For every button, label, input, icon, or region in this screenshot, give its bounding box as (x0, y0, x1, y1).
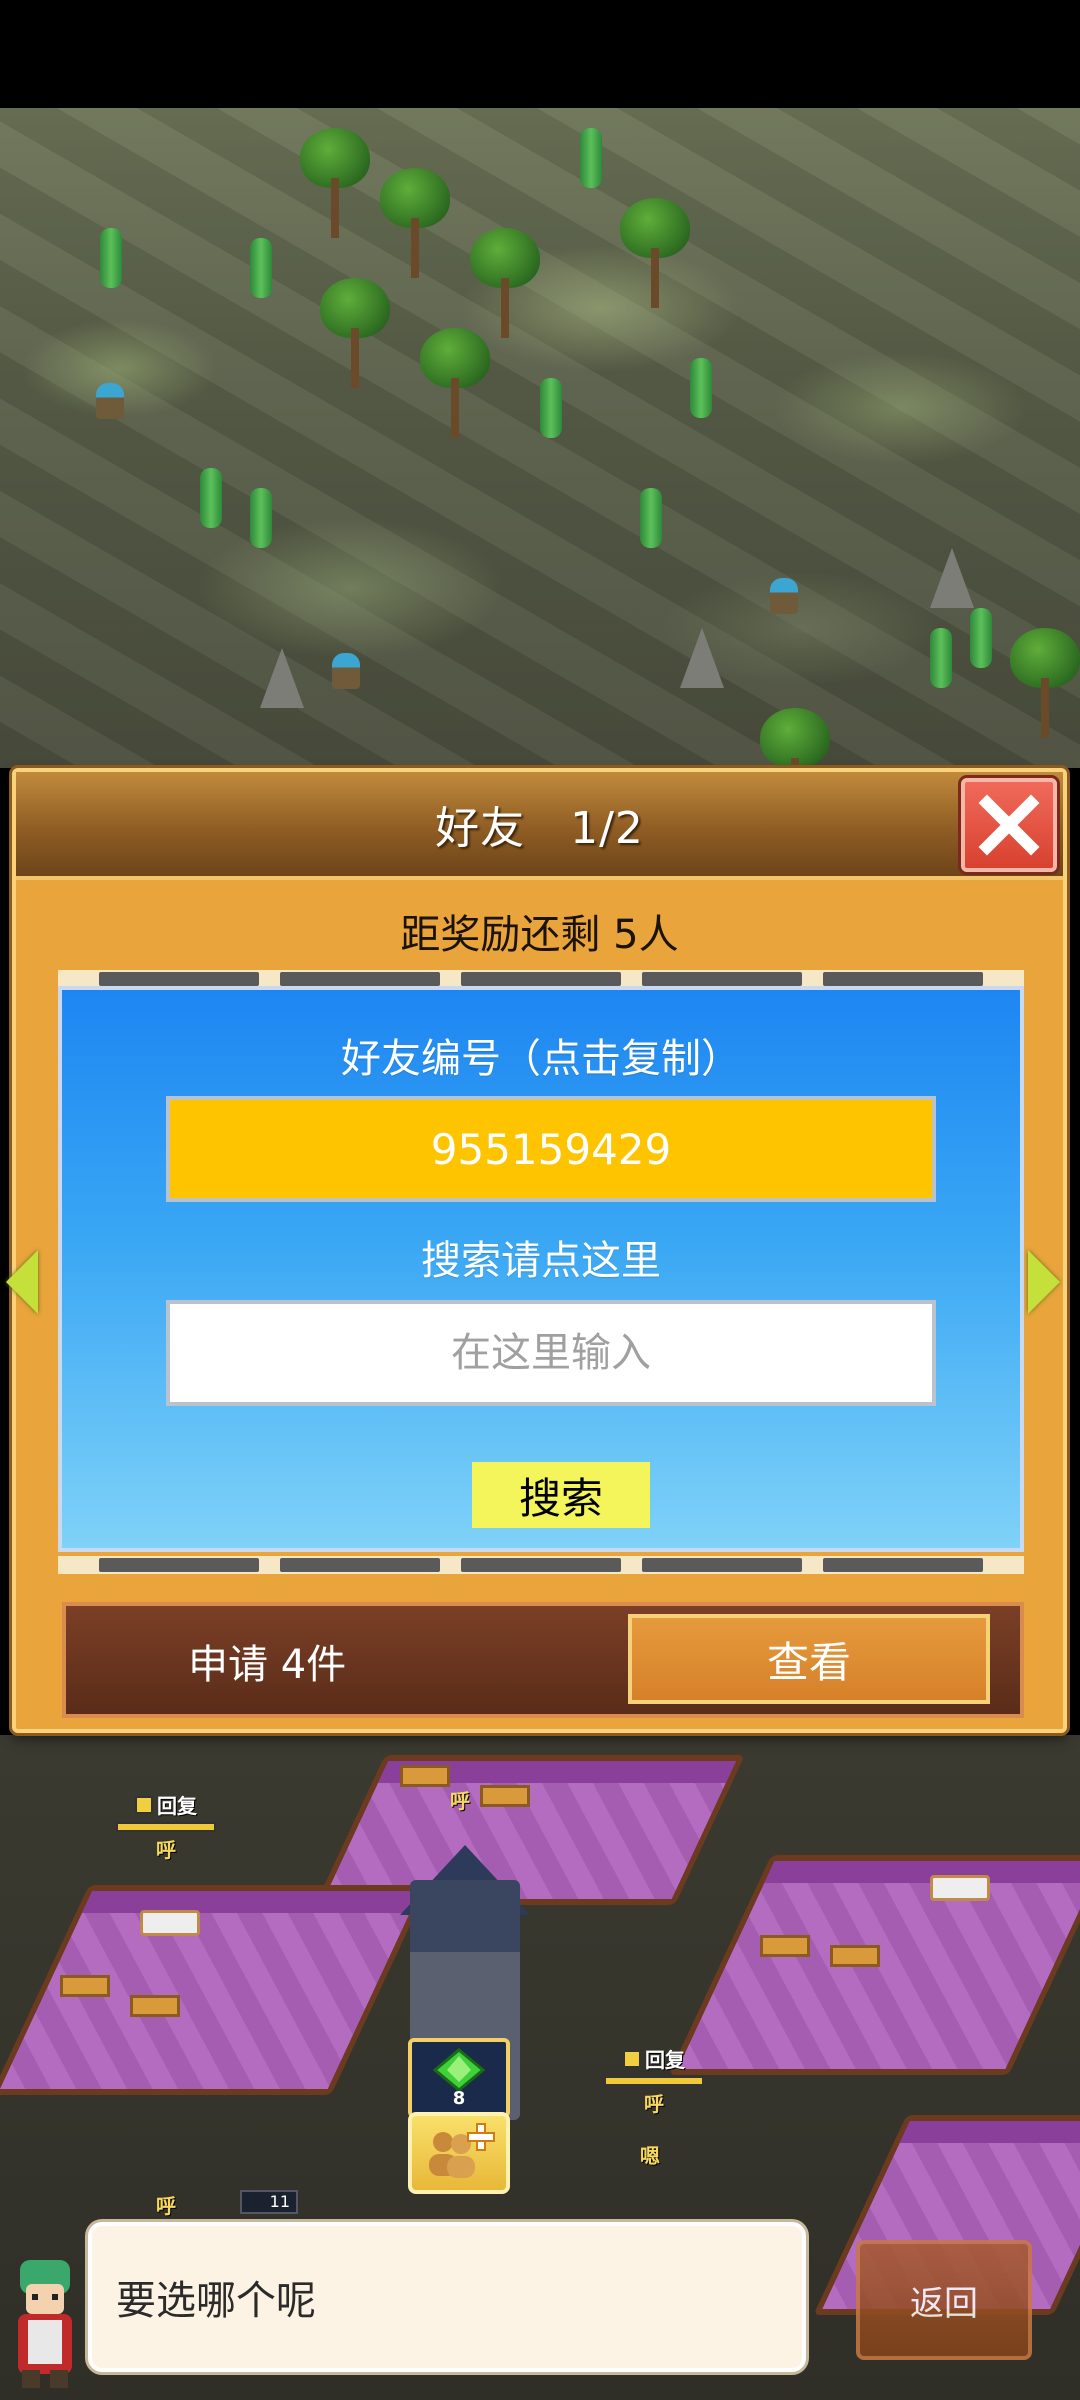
gem-counter[interactable]: 8 (408, 2038, 510, 2118)
cactus (200, 468, 222, 528)
sleep-word: 呼 (450, 1789, 470, 1813)
search-label: 搜索请点这里 (421, 1238, 661, 1284)
adventurer-sprite[interactable] (770, 578, 798, 614)
cactus (250, 238, 272, 298)
cactus (970, 608, 992, 668)
table (130, 1995, 180, 2017)
friend-requests-bar: 申请 4件 查看 (62, 1602, 1024, 1718)
table (60, 1975, 110, 1997)
table (760, 1935, 810, 1957)
recovery-bar (116, 1822, 216, 1832)
recovery-bar (604, 2076, 704, 2086)
palm-tree (380, 168, 450, 278)
friends-dialog: 好友 1/2 距奖励还剩 5人 好友编号（点击复制） 955159429 搜索请… (12, 768, 1067, 1733)
sleep-word: 呼 (156, 2194, 176, 2218)
table (830, 1945, 880, 1967)
search-button[interactable]: 搜索 (472, 1462, 650, 1528)
friends-add-button[interactable] (408, 2112, 510, 2194)
friend-id-value: 955159429 (430, 1124, 672, 1174)
green-gem-icon (432, 2047, 486, 2092)
reward-remaining-text: 距奖励还剩 5人 (400, 912, 679, 958)
cactus (540, 378, 562, 438)
slot-strip-bottom (58, 1556, 1024, 1574)
palm-tree (320, 278, 390, 388)
inn-room[interactable] (315, 1755, 745, 1905)
rock-spire (680, 628, 724, 688)
bed (140, 1910, 200, 1936)
palm-tree (1010, 628, 1080, 738)
table (400, 1765, 450, 1787)
friends-add-icon (429, 2123, 495, 2178)
arrow-left-icon[interactable] (6, 1250, 38, 1314)
friend-id-label[interactable]: 好友编号（点击复制） (62, 1026, 1020, 1084)
bed (930, 1875, 990, 1901)
dialog-title: 好友 1/2 (435, 803, 644, 854)
cactus (690, 358, 712, 418)
cactus (640, 488, 662, 548)
advisor-message-text: 要选哪个呢 (116, 2278, 316, 2324)
game-world-top[interactable] (0, 108, 1080, 818)
advisor-avatar (18, 2260, 72, 2388)
cactus (580, 128, 602, 188)
adventurer-sprite[interactable] (96, 383, 124, 419)
level-indicator: 11 (240, 2190, 298, 2214)
cactus (250, 488, 272, 548)
requests-count-text: 申请 4件 (188, 1642, 347, 1688)
view-requests-button[interactable]: 查看 (628, 1614, 990, 1704)
palm-tree (420, 328, 490, 438)
friend-code-panel: 好友编号（点击复制） 955159429 搜索请点这里 搜索 (58, 986, 1024, 1552)
recovery-icon (135, 1795, 153, 1814)
dialog-header: 好友 1/2 (16, 772, 1063, 880)
close-button[interactable] (961, 778, 1057, 872)
cactus (100, 228, 122, 288)
palm-tree (300, 128, 370, 238)
recovery-icon (623, 2049, 641, 2068)
gem-count: 8 (452, 2087, 466, 2109)
rock-spire (260, 648, 304, 708)
recovery-status: 回复 呼 (604, 2044, 704, 2117)
status-bar (0, 0, 1080, 108)
advisor-message: 要选哪个呢 (88, 2222, 806, 2372)
recovery-status: 回复 呼 (116, 1790, 216, 1863)
back-button[interactable]: 返回 (856, 2240, 1032, 2360)
sleep-word: 嗯 (640, 2144, 660, 2168)
friend-search-input[interactable] (166, 1300, 936, 1406)
adventurer-sprite[interactable] (332, 653, 360, 689)
palm-tree (620, 198, 690, 308)
palm-tree (470, 228, 540, 338)
cactus (930, 628, 952, 688)
table (480, 1785, 530, 1807)
rock-spire (930, 548, 974, 608)
close-x-icon (978, 794, 1040, 856)
arrow-right-icon[interactable] (1028, 1250, 1060, 1314)
friend-id-copy-box[interactable]: 955159429 (166, 1096, 936, 1202)
